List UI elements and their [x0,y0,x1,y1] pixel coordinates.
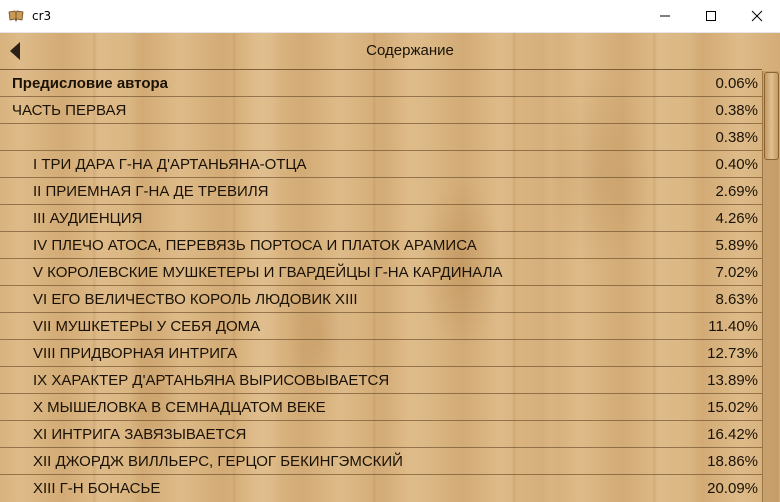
toc-list: Предисловие автора 0.06% ЧАСТЬ ПЕРВАЯ 0.… [0,69,762,501]
toc-item-title: Предисловие автора [12,75,168,92]
toc-item[interactable]: IV ПЛЕЧО АТОСА, ПЕРЕВЯЗЬ ПОРТОСА И ПЛАТО… [0,231,762,258]
toc-item[interactable]: X МЫШЕЛОВКА В СЕМНАДЦАТОМ ВЕКЕ 15.02% [0,393,762,420]
toc-item[interactable]: XI ИНТРИГА ЗАВЯЗЫВАЕТСЯ 16.42% [0,420,762,447]
toc-item-percent: 16.42% [707,426,758,443]
toc-item[interactable]: XIII Г-Н БОНАСЬЕ 20.09% [0,474,762,501]
toc-item-percent: 18.86% [707,453,758,470]
toc-item-title: VI ЕГО ВЕЛИЧЕСТВО КОРОЛЬ ЛЮДОВИК XIII [33,291,358,308]
toc-header: Содержание [0,33,780,68]
toc-item[interactable]: VI ЕГО ВЕЛИЧЕСТВО КОРОЛЬ ЛЮДОВИК XIII 8.… [0,285,762,312]
toc-item[interactable]: 0.38% [0,123,762,150]
toc-item-title: XI ИНТРИГА ЗАВЯЗЫВАЕТСЯ [33,426,247,443]
toc-item[interactable]: VII МУШКЕТЕРЫ У СЕБЯ ДОМА 11.40% [0,312,762,339]
toc-item-percent: 7.02% [715,264,758,281]
toc-item-percent: 0.40% [715,156,758,173]
close-button[interactable] [734,0,780,32]
close-icon [751,10,763,22]
toc-item-percent: 15.02% [707,399,758,416]
toc-item-percent: 11.40% [708,318,758,335]
toc-view: Содержание Предисловие автора 0.06% ЧАСТ… [0,33,780,502]
toc-item-title: V КОРОЛЕВСКИЕ МУШКЕТЕРЫ И ГВАРДЕЙЦЫ Г-НА… [33,264,503,281]
window-title: cr3 [32,9,52,23]
toc-item-percent: 2.69% [715,183,758,200]
toc-item[interactable]: II ПРИЕМНАЯ Г-НА ДЕ ТРЕВИЛЯ 2.69% [0,177,762,204]
toc-item-title: ЧАСТЬ ПЕРВАЯ [12,102,127,119]
toc-item-title: IX ХАРАКТЕР Д'АРТАНЬЯНА ВЫРИСОВЫВАЕТСЯ [33,372,390,389]
toc-item-title: XIII Г-Н БОНАСЬЕ [33,480,161,497]
toc-item-percent: 0.38% [715,102,758,119]
toc-item[interactable]: IX ХАРАКТЕР Д'АРТАНЬЯНА ВЫРИСОВЫВАЕТСЯ 1… [0,366,762,393]
toc-item[interactable]: I ТРИ ДАРА Г-НА Д'АРТАНЬЯНА-ОТЦА 0.40% [0,150,762,177]
toc-item-title: III АУДИЕНЦИЯ [33,210,143,227]
toc-item-title: XII ДЖОРДЖ ВИЛЛЬЕРС, ГЕРЦОГ БЕКИНГЭМСКИЙ [33,453,403,470]
toc-item[interactable]: VIII ПРИДВОРНАЯ ИНТРИГА 12.73% [0,339,762,366]
window-titlebar: cr3 [0,0,780,33]
minimize-button[interactable] [642,0,688,32]
toc-item-title: I ТРИ ДАРА Г-НА Д'АРТАНЬЯНА-ОТЦА [33,156,307,173]
page-title: Содержание [366,42,454,59]
toc-item-percent: 8.63% [715,291,758,308]
toc-item-percent: 13.89% [707,372,758,389]
toc-item-percent: 0.38% [715,129,758,146]
toc-item-title: IV ПЛЕЧО АТОСА, ПЕРЕВЯЗЬ ПОРТОСА И ПЛАТО… [33,237,477,254]
maximize-button[interactable] [688,0,734,32]
toc-item-percent: 5.89% [715,237,758,254]
toc-item[interactable]: III АУДИЕНЦИЯ 4.26% [0,204,762,231]
toc-item-title: VII МУШКЕТЕРЫ У СЕБЯ ДОМА [33,318,261,335]
maximize-icon [706,11,716,21]
toc-item[interactable]: Предисловие автора 0.06% [0,69,762,96]
toc-item-percent: 20.09% [707,480,758,497]
book-icon [8,10,24,22]
toc-item-percent: 0.06% [715,75,758,92]
vertical-scrollbar[interactable] [762,71,779,502]
toc-item-title: X МЫШЕЛОВКА В СЕМНАДЦАТОМ ВЕКЕ [33,399,326,416]
toc-item-title: II ПРИЕМНАЯ Г-НА ДЕ ТРЕВИЛЯ [33,183,269,200]
minimize-icon [660,15,670,17]
toc-item[interactable]: ЧАСТЬ ПЕРВАЯ 0.38% [0,96,762,123]
toc-item-percent: 4.26% [715,210,758,227]
toc-item[interactable]: XII ДЖОРДЖ ВИЛЛЬЕРС, ГЕРЦОГ БЕКИНГЭМСКИЙ… [0,447,762,474]
toc-item-percent: 12.73% [707,345,758,362]
toc-item[interactable]: V КОРОЛЕВСКИЕ МУШКЕТЕРЫ И ГВАРДЕЙЦЫ Г-НА… [0,258,762,285]
scrollbar-thumb[interactable] [764,72,779,160]
toc-item-title: VIII ПРИДВОРНАЯ ИНТРИГА [33,345,238,362]
